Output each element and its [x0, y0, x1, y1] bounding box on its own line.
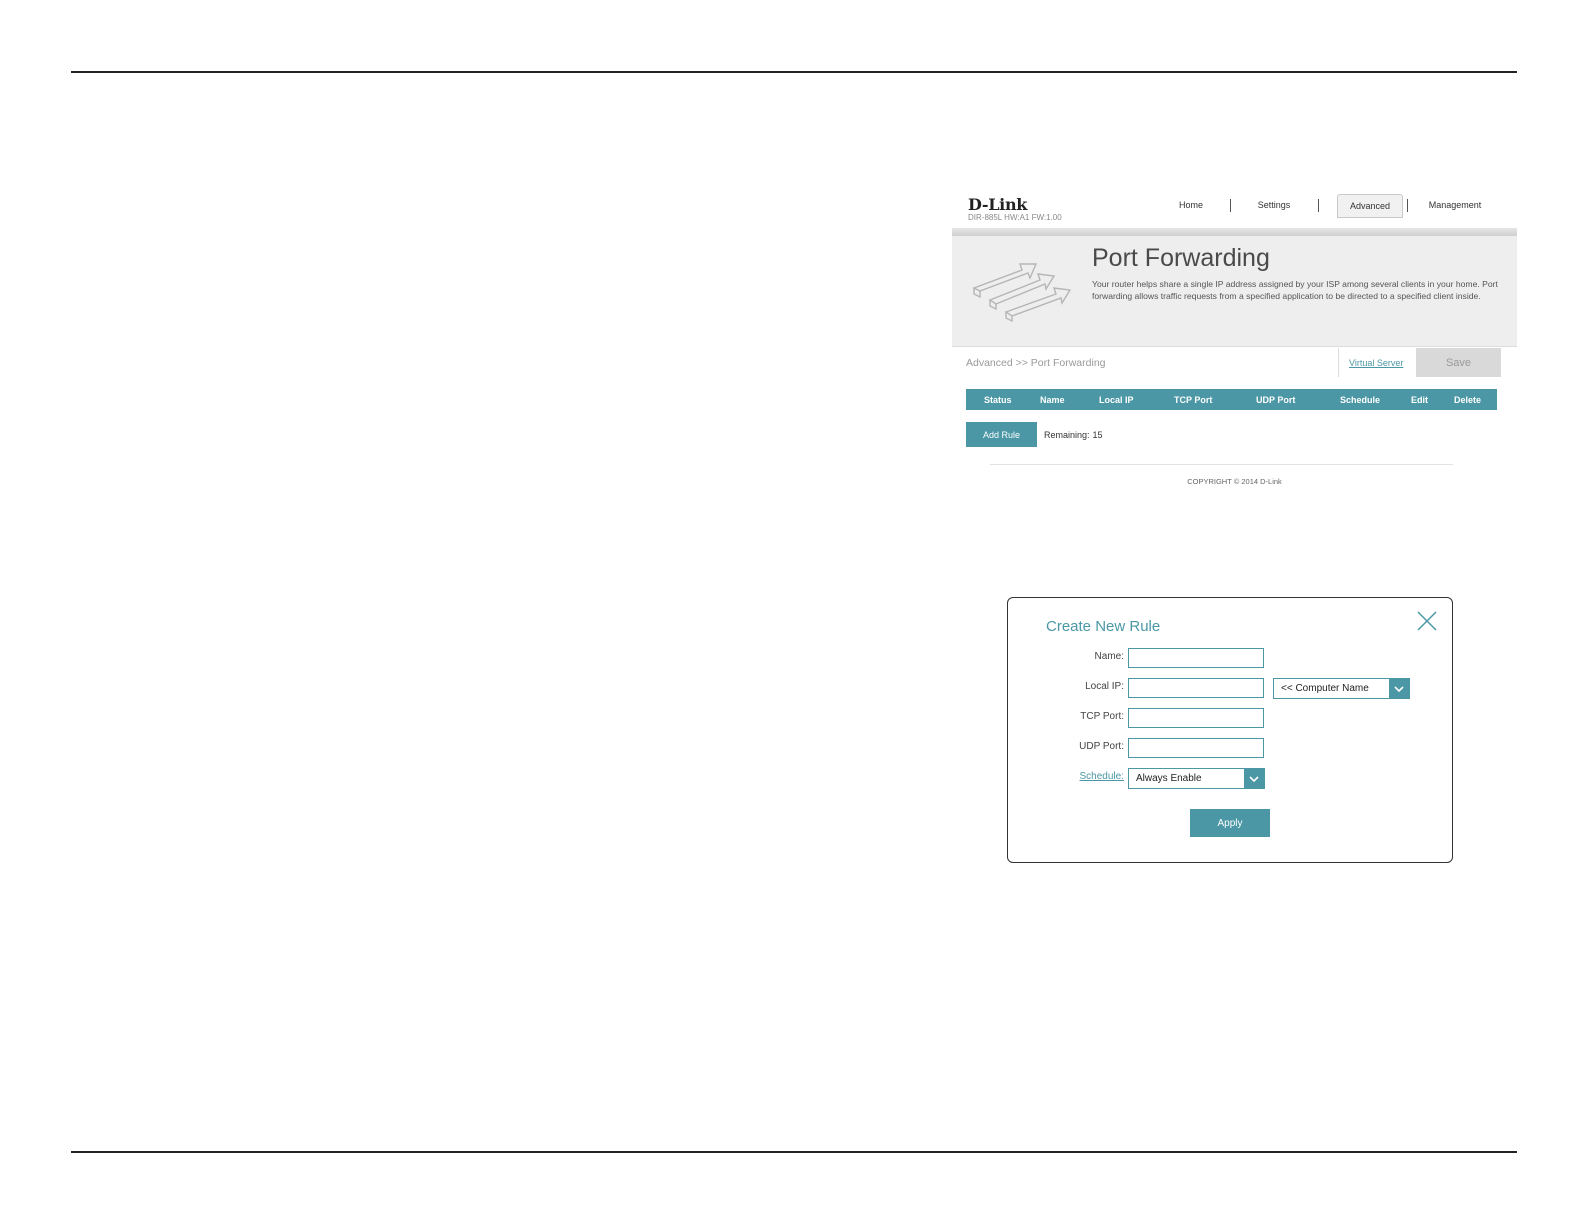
- apply-button[interactable]: Apply: [1190, 809, 1270, 837]
- column-header-udp-port: UDP Port: [1256, 395, 1296, 405]
- column-header-schedule: Schedule: [1340, 395, 1381, 405]
- local-ip-field[interactable]: [1128, 678, 1264, 698]
- save-button[interactable]: Save: [1416, 348, 1501, 377]
- router-port-forwarding-page: D-Link DIR-885L HW:A1 FW:1.00 Home Setti…: [952, 188, 1517, 508]
- udp-port-label: UDP Port:: [1079, 741, 1124, 752]
- column-header-name: Name: [1040, 395, 1065, 405]
- page-top-rule: [71, 71, 1517, 73]
- schedule-selected: Always Enable: [1136, 773, 1202, 784]
- column-header-status: Status: [984, 395, 1012, 405]
- nav-shadow-bar: [952, 228, 1517, 236]
- nav-separator: [1318, 199, 1319, 212]
- name-label: Name:: [1094, 651, 1124, 662]
- nav-advanced[interactable]: Advanced: [1337, 194, 1403, 218]
- chevron-down-icon[interactable]: [1389, 679, 1409, 698]
- local-ip-label: Local IP:: [1085, 681, 1124, 692]
- virtual-server-link[interactable]: Virtual Server: [1349, 358, 1403, 368]
- footer-divider: [990, 464, 1453, 465]
- copyright-text: COPYRIGHT © 2014 D-Link: [1187, 477, 1282, 486]
- schedule-link[interactable]: Schedule:: [1008, 771, 1124, 782]
- column-header-local-ip: Local IP: [1099, 395, 1134, 405]
- nav-management[interactable]: Management: [1420, 194, 1490, 216]
- schedule-select[interactable]: Always Enable: [1128, 768, 1265, 789]
- page-banner: Port Forwarding Your router helps share …: [952, 236, 1517, 347]
- computer-name-select[interactable]: << Computer Name: [1273, 678, 1410, 699]
- nav-settings[interactable]: Settings: [1254, 194, 1294, 216]
- column-header-edit: Edit: [1411, 395, 1428, 405]
- model-info: DIR-885L HW:A1 FW:1.00: [968, 213, 1062, 222]
- dlink-logo: D-Link: [968, 195, 1028, 214]
- virtual-server-tab: Virtual Server: [1338, 348, 1418, 377]
- remaining-count: 15: [1092, 430, 1103, 440]
- close-icon[interactable]: [1416, 610, 1438, 632]
- rules-table-header: Status Name Local IP TCP Port UDP Port S…: [966, 389, 1497, 410]
- nav-separator: [1407, 199, 1408, 212]
- computer-name-selected: << Computer Name: [1281, 683, 1369, 694]
- port-forwarding-arrows-icon: [970, 258, 1074, 329]
- chevron-down-icon[interactable]: [1244, 769, 1264, 788]
- dialog-title: Create New Rule: [1046, 618, 1161, 635]
- breadcrumb: Advanced >> Port Forwarding: [966, 357, 1106, 369]
- tcp-port-field[interactable]: [1128, 708, 1264, 728]
- remaining-rules: Remaining: 15: [1044, 430, 1103, 440]
- page-description: Your router helps share a single IP addr…: [1092, 279, 1498, 301]
- page-title: Port Forwarding: [1092, 244, 1270, 272]
- column-header-tcp-port: TCP Port: [1174, 395, 1213, 405]
- tcp-port-label: TCP Port:: [1080, 711, 1124, 722]
- create-rule-dialog: Create New Rule Name: Local IP: << Compu…: [1007, 597, 1453, 863]
- nav-home[interactable]: Home: [1170, 194, 1212, 216]
- udp-port-field[interactable]: [1128, 738, 1264, 758]
- nav-separator: [1230, 199, 1231, 212]
- column-header-delete: Delete: [1454, 395, 1482, 405]
- page-bottom-rule: [71, 1151, 1517, 1153]
- name-field[interactable]: [1128, 648, 1264, 668]
- remaining-label: Remaining:: [1044, 430, 1090, 440]
- breadcrumb-bar: Advanced >> Port Forwarding Virtual Serv…: [952, 348, 1517, 378]
- add-rule-button[interactable]: Add Rule: [966, 422, 1037, 447]
